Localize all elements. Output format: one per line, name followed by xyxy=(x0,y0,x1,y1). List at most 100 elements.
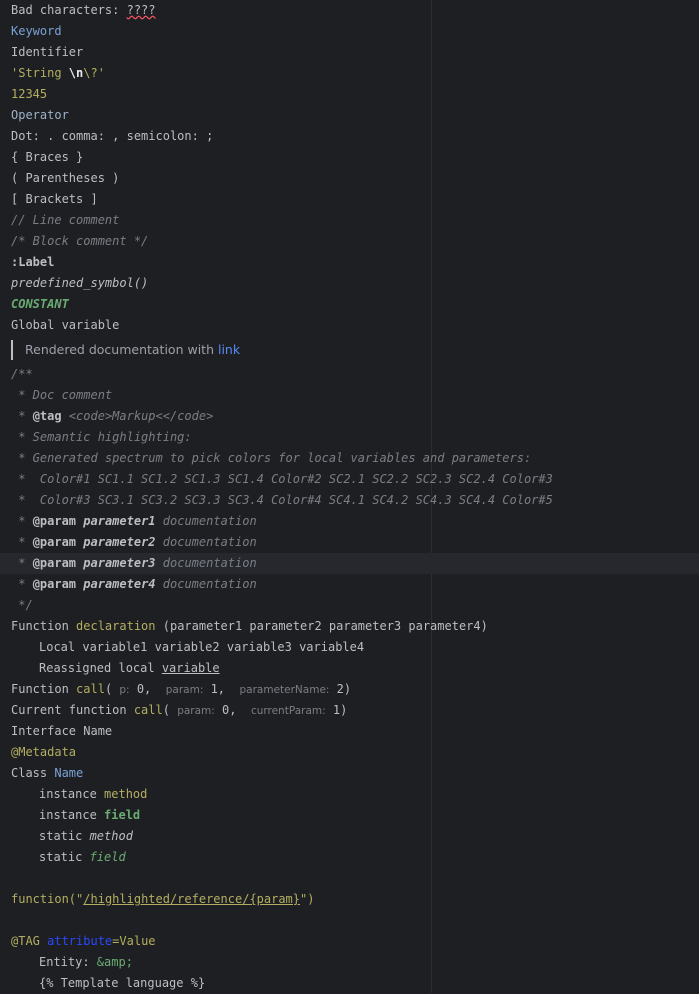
code-line-block-comment[interactable]: /* Block comment */ xyxy=(11,231,148,252)
doc-param-line[interactable]: * @param parameter1 documentation xyxy=(11,511,257,532)
rendered-doc-text: Rendered documentation with xyxy=(25,342,218,357)
bracket-open: [ xyxy=(11,192,26,206)
call-argument: 2) xyxy=(329,682,352,696)
function-keyword: Function xyxy=(11,619,77,633)
function-declaration-name: declaration xyxy=(76,619,156,633)
doc-param-desc: documentation xyxy=(162,514,257,528)
entity-label: Entity: xyxy=(39,955,97,969)
doc-comment-close[interactable]: */ xyxy=(11,595,32,616)
code-line-number[interactable]: 12345 xyxy=(11,84,47,105)
code-line-current-function-call[interactable]: Current function call( param: 0, current… xyxy=(11,700,347,721)
doc-comment-colors-1[interactable]: * Color#1 SC1.1 SC1.2 SC1.3 SC1.4 Color#… xyxy=(11,469,553,490)
code-line-function-call[interactable]: Function call( p: 0, param: 1, parameter… xyxy=(11,679,351,700)
doc-tag: @tag xyxy=(32,409,62,423)
parameter-hint: parameterName: xyxy=(239,684,330,696)
rendered-doc-link[interactable]: link xyxy=(218,342,240,357)
code-line-instance-field[interactable]: instance field xyxy=(11,805,140,826)
code-line-global-variable[interactable]: Global variable xyxy=(11,315,119,336)
current-function-keyword: Current function xyxy=(11,703,134,717)
reference-function: function( xyxy=(11,892,77,906)
code-line-braces[interactable]: { Braces } xyxy=(11,147,83,168)
code-line-constant[interactable]: CONSTANT xyxy=(11,294,69,315)
parameter-hint: p: xyxy=(119,684,130,696)
function-call-name: call xyxy=(76,682,105,696)
code-line-static-field[interactable]: static field xyxy=(11,847,126,868)
doc-comment-tag-line[interactable]: * @tag <code>Markup<</code> xyxy=(11,406,213,427)
code-line-identifier[interactable]: Identifier xyxy=(11,42,83,63)
static-field-name: field xyxy=(89,850,126,864)
code-line-interface[interactable]: Interface Name xyxy=(11,721,112,742)
call-open-paren: ( xyxy=(162,703,178,717)
instance-method-name: method xyxy=(104,787,148,801)
reassigned-label: Reassigned local xyxy=(39,661,162,675)
code-editor[interactable]: Bad characters: ???? Keyword Identifier … xyxy=(0,0,699,993)
doc-star: * xyxy=(11,556,33,570)
parameter-hint: param: xyxy=(177,705,215,717)
class-name: Name xyxy=(54,766,84,780)
tag-value: Value xyxy=(119,934,156,948)
code-line-template[interactable]: {% Template language %} xyxy=(11,973,205,994)
doc-param-tag: @param xyxy=(32,577,77,591)
doc-comment-line[interactable]: * Doc comment xyxy=(11,385,112,406)
doc-comment-open[interactable]: /** xyxy=(11,364,33,385)
doc-param-line[interactable]: * @param parameter4 documentation xyxy=(11,574,257,595)
code-line-class[interactable]: Class Name xyxy=(11,763,83,784)
code-line-label[interactable]: :Label xyxy=(11,252,54,273)
bad-characters-token: ???? xyxy=(126,3,156,17)
code-line-operator[interactable]: Operator xyxy=(11,105,69,126)
doc-param-name: parameter4 xyxy=(83,577,156,591)
reference-param[interactable]: {param} xyxy=(249,892,300,906)
bad-characters-label: Bad characters: xyxy=(11,3,127,17)
tag-attribute: attribute xyxy=(47,934,113,948)
doc-star: * xyxy=(11,409,33,423)
reference-path[interactable]: /highlighted/reference/ xyxy=(83,892,249,906)
reference-close: ") xyxy=(300,892,315,906)
code-line-reference[interactable]: function("/highlighted/reference/{param}… xyxy=(11,889,314,910)
static-keyword: static xyxy=(39,850,90,864)
doc-comment-semantic[interactable]: * Semantic highlighting: xyxy=(11,427,191,448)
code-line-line-comment[interactable]: // Line comment xyxy=(11,210,119,231)
brace-open: { xyxy=(11,150,26,164)
code-line-entity[interactable]: Entity: &amp; xyxy=(11,952,133,973)
parameter-hint: currentParam: xyxy=(250,705,326,717)
code-line-tag[interactable]: @TAG attribute=Value xyxy=(11,931,156,952)
code-line-bad-characters[interactable]: Bad characters: ???? xyxy=(11,0,156,21)
code-line-metadata[interactable]: @Metadata xyxy=(11,742,76,763)
doc-param-line[interactable]: * @param parameter3 documentation xyxy=(11,553,257,574)
code-line-brackets[interactable]: [ Brackets ] xyxy=(11,189,98,210)
code-line-reassigned[interactable]: Reassigned local variable xyxy=(11,658,220,679)
code-line-local-variables[interactable]: Local variable1 variable2 variable3 vari… xyxy=(11,637,364,658)
current-function-call-name: call xyxy=(133,703,163,717)
doc-param-tag: @param xyxy=(32,556,77,570)
brackets-text: Brackets xyxy=(25,192,84,206)
static-keyword: static xyxy=(39,829,90,843)
string-escape-token: \n xyxy=(68,66,84,80)
code-line-parentheses[interactable]: ( Parentheses ) xyxy=(11,168,119,189)
code-line-instance-method[interactable]: instance method xyxy=(11,784,147,805)
doc-star: * xyxy=(11,577,33,591)
code-line-predefined-symbol[interactable]: predefined_symbol() xyxy=(11,273,148,294)
braces-text: Braces xyxy=(25,150,69,164)
code-line-keyword[interactable]: Keyword xyxy=(11,21,62,42)
doc-comment-colors-2[interactable]: * Color#3 SC3.1 SC3.2 SC3.3 SC3.4 Color#… xyxy=(11,490,553,511)
paren-open: ( xyxy=(11,171,26,185)
code-line-dot-comma[interactable]: Dot: . comma: , semicolon: ; xyxy=(11,126,213,147)
rendered-documentation: Rendered documentation with link xyxy=(11,340,445,360)
doc-param-line[interactable]: * @param parameter2 documentation xyxy=(11,532,256,553)
doc-markup: <code>Markup<</code> xyxy=(61,409,214,423)
doc-param-name: parameter1 xyxy=(83,514,156,528)
doc-param-tag: @param xyxy=(32,535,77,549)
code-line-string[interactable]: 'String \n\?' xyxy=(11,63,105,84)
reassigned-variable: variable xyxy=(161,661,220,675)
doc-param-desc: documentation xyxy=(162,577,257,591)
paren-close: ) xyxy=(104,171,120,185)
parentheses-text: Parentheses xyxy=(25,171,105,185)
function-keyword: Function xyxy=(11,682,77,696)
doc-param-desc: documentation xyxy=(162,556,257,570)
code-line-static-method[interactable]: static method xyxy=(11,826,133,847)
tag-name: @TAG xyxy=(11,934,48,948)
instance-keyword: instance xyxy=(39,808,105,822)
code-line-function-declaration[interactable]: Function declaration (parameter1 paramet… xyxy=(11,616,488,637)
string-token: 'String xyxy=(11,66,69,80)
doc-comment-spectrum[interactable]: * Generated spectrum to pick colors for … xyxy=(11,448,531,469)
